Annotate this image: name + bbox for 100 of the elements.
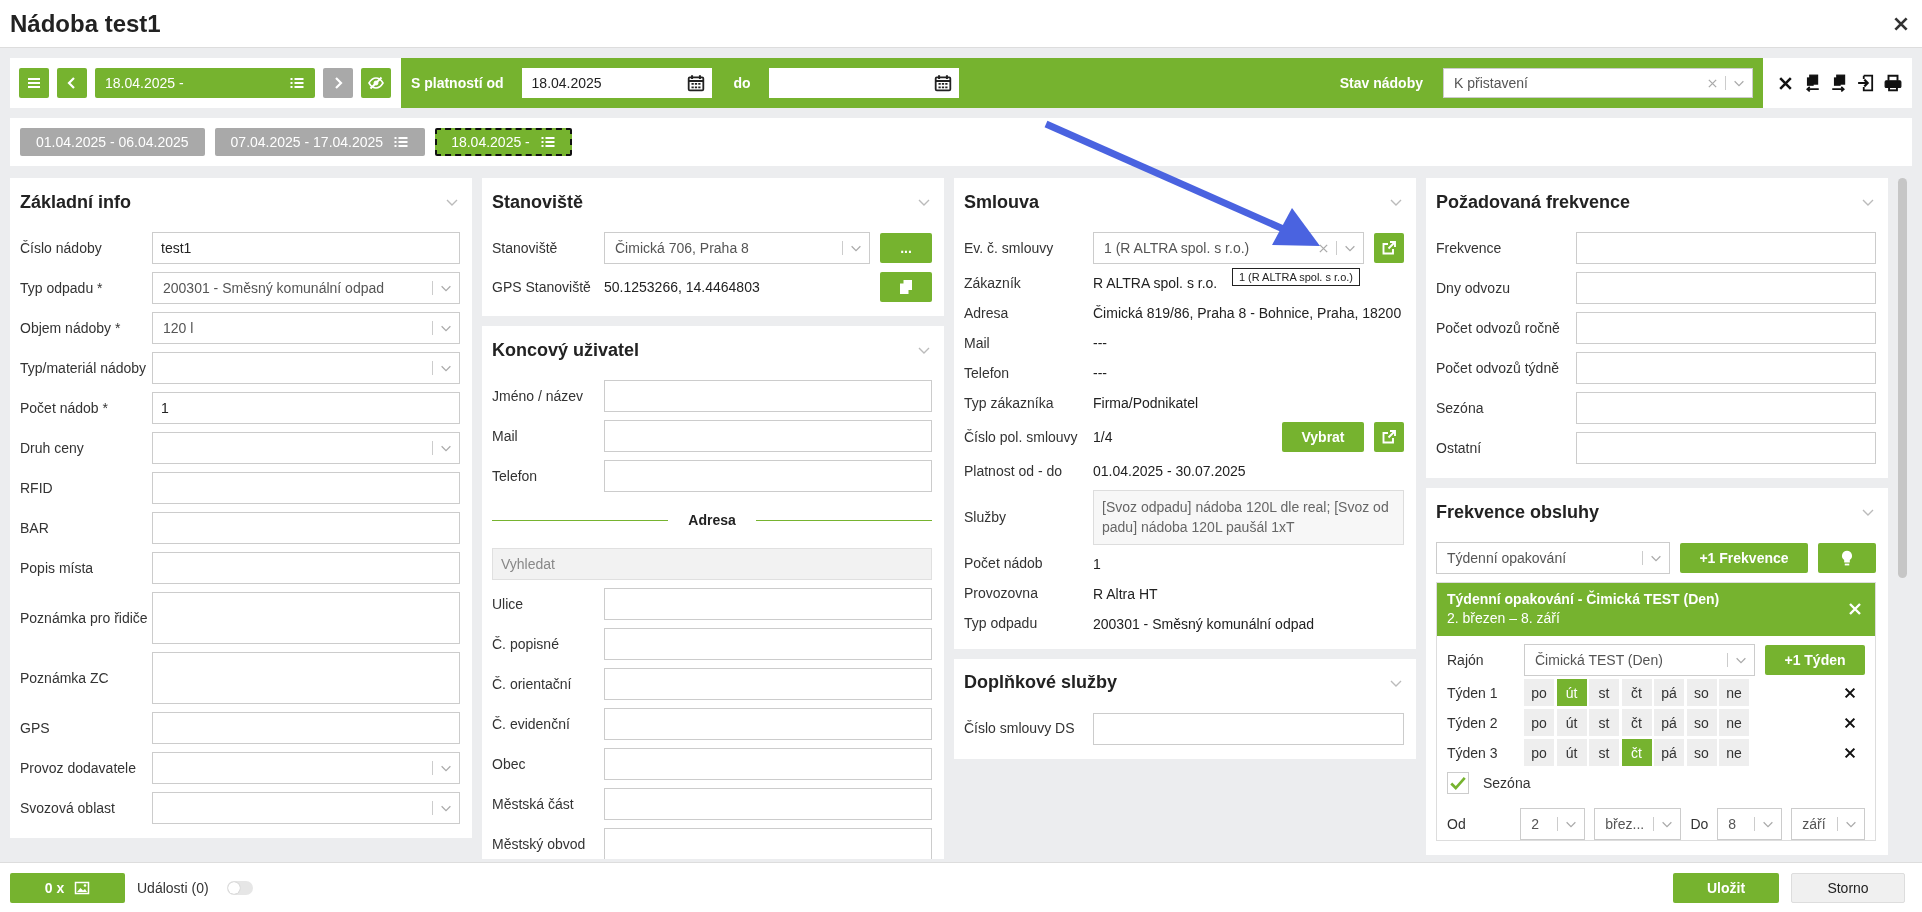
select-field[interactable]: Týdenní opakování bbox=[1436, 542, 1670, 574]
menu-button[interactable] bbox=[19, 68, 49, 98]
text-field[interactable] bbox=[604, 668, 932, 700]
calendar-icon[interactable] bbox=[933, 74, 952, 92]
select-field[interactable]: Čimická 706, Praha 8 bbox=[604, 232, 870, 264]
day-toggle[interactable]: so bbox=[1686, 679, 1717, 706]
copy-button[interactable] bbox=[880, 272, 932, 302]
field-label: Stav nádoby bbox=[1339, 75, 1423, 91]
select-field[interactable]: září bbox=[1791, 808, 1865, 840]
field-label: Objem nádoby * bbox=[20, 318, 122, 338]
text-field[interactable]: 1 bbox=[152, 392, 460, 424]
day-toggle[interactable]: pá bbox=[1654, 679, 1684, 706]
eye-slash-icon bbox=[368, 75, 384, 91]
text-area[interactable] bbox=[152, 652, 460, 704]
close-icon[interactable] bbox=[1843, 715, 1857, 730]
text-field[interactable] bbox=[604, 788, 932, 820]
field-label: Stanoviště bbox=[492, 238, 559, 258]
field-label: S platností od bbox=[411, 75, 504, 91]
day-toggle[interactable]: ne bbox=[1719, 739, 1749, 766]
print-icon[interactable] bbox=[1884, 74, 1902, 92]
text-field[interactable] bbox=[604, 628, 932, 660]
select-field[interactable] bbox=[152, 752, 460, 784]
date-field[interactable] bbox=[768, 68, 959, 98]
day-toggle[interactable]: po bbox=[1524, 679, 1554, 706]
day-toggle[interactable]: čt bbox=[1621, 679, 1652, 706]
text-field[interactable] bbox=[1576, 392, 1876, 424]
list-icon bbox=[393, 134, 410, 150]
text-field[interactable] bbox=[604, 380, 932, 412]
text-field[interactable] bbox=[152, 472, 460, 504]
field-label: Jméno / název bbox=[492, 386, 585, 406]
select-field[interactable]: 2 bbox=[1520, 808, 1586, 840]
tip-button[interactable] bbox=[1818, 543, 1876, 573]
text-field[interactable] bbox=[604, 420, 932, 452]
search-field[interactable]: Vyhledat bbox=[492, 548, 932, 580]
select-field[interactable]: 120 l bbox=[152, 312, 460, 344]
copy-right-icon[interactable] bbox=[1830, 74, 1848, 92]
day-toggle[interactable]: ne bbox=[1719, 709, 1749, 736]
day-toggle[interactable]: čt bbox=[1621, 709, 1652, 736]
day-toggle[interactable]: po bbox=[1524, 739, 1554, 766]
panel-title: Smlouva bbox=[964, 191, 1040, 213]
text-field[interactable] bbox=[152, 552, 460, 584]
select-field[interactable]: 200301 - Směsný komunální odpad bbox=[152, 272, 460, 304]
close-icon[interactable] bbox=[1843, 685, 1857, 700]
select-field[interactable] bbox=[152, 432, 460, 464]
text-area[interactable] bbox=[152, 592, 460, 644]
select-field[interactable]: Čimická TEST (Den) bbox=[1524, 644, 1755, 676]
day-toggle[interactable]: so bbox=[1686, 739, 1717, 766]
text-field[interactable] bbox=[1576, 312, 1876, 344]
checkbox[interactable] bbox=[1447, 772, 1469, 794]
day-toggle[interactable]: st bbox=[1589, 739, 1619, 766]
visibility-button[interactable] bbox=[361, 68, 391, 98]
text-field[interactable] bbox=[152, 512, 460, 544]
text-field[interactable] bbox=[1576, 432, 1876, 464]
text-field[interactable] bbox=[604, 748, 932, 780]
day-toggle[interactable]: pá bbox=[1654, 739, 1684, 766]
field-label: Sezóna bbox=[1436, 398, 1485, 418]
day-toggle[interactable]: st bbox=[1589, 679, 1619, 706]
field-label: BAR bbox=[20, 518, 50, 538]
select-field[interactable] bbox=[152, 792, 460, 824]
tooltip: 1 (R ALTRA spol. s r.o.) bbox=[1231, 268, 1360, 286]
text-field[interactable] bbox=[1576, 272, 1876, 304]
open-link-button[interactable] bbox=[1374, 233, 1404, 263]
sign-in-icon[interactable] bbox=[1857, 74, 1875, 92]
field-label: Provozovna bbox=[964, 584, 1039, 604]
date-field[interactable]: 18.04.2025 bbox=[521, 68, 712, 98]
text-field[interactable] bbox=[604, 828, 932, 859]
select-field[interactable]: 8 bbox=[1717, 808, 1783, 840]
day-toggle[interactable]: pá bbox=[1654, 709, 1684, 736]
text-field[interactable] bbox=[1093, 712, 1404, 745]
list-icon bbox=[289, 75, 305, 91]
day-toggle[interactable]: so bbox=[1686, 709, 1717, 736]
select-field[interactable] bbox=[152, 352, 460, 384]
field-value: R ALTRA spol. s r.o. bbox=[1093, 275, 1218, 291]
text-field[interactable] bbox=[1576, 232, 1876, 264]
open-link-button[interactable] bbox=[1374, 422, 1404, 452]
calendar-icon[interactable] bbox=[686, 74, 705, 92]
panel-title: Stanoviště bbox=[492, 191, 584, 213]
text-field[interactable] bbox=[604, 460, 932, 492]
day-toggle[interactable]: st bbox=[1589, 709, 1619, 736]
field-label: Počet nádob * bbox=[20, 398, 109, 418]
select-field[interactable]: K přistavení bbox=[1443, 68, 1753, 98]
text-field[interactable] bbox=[1576, 352, 1876, 384]
select-field[interactable]: břez... bbox=[1594, 808, 1682, 840]
close-icon[interactable] bbox=[1843, 745, 1857, 760]
select-field[interactable]: 1 (R ALTRA spol. s r.o.) bbox=[1093, 232, 1364, 264]
external-link-icon bbox=[1381, 240, 1397, 256]
day-toggle[interactable]: ne bbox=[1719, 679, 1749, 706]
text-field[interactable] bbox=[152, 712, 460, 744]
day-toggle[interactable]: út bbox=[1556, 739, 1587, 766]
copy-left-icon[interactable] bbox=[1803, 74, 1821, 92]
previous-button[interactable] bbox=[57, 68, 87, 98]
text-field[interactable] bbox=[604, 588, 932, 620]
image-icon bbox=[74, 879, 91, 896]
day-toggle[interactable]: po bbox=[1524, 709, 1554, 736]
text-field[interactable] bbox=[604, 708, 932, 740]
field-label: Poznámka pro řidiče bbox=[20, 608, 149, 628]
toggle-switch[interactable] bbox=[226, 880, 253, 895]
cancel-button[interactable]: Storno bbox=[1791, 872, 1905, 903]
day-toggle[interactable]: út bbox=[1556, 709, 1587, 736]
text-field[interactable]: test1 bbox=[152, 232, 460, 264]
